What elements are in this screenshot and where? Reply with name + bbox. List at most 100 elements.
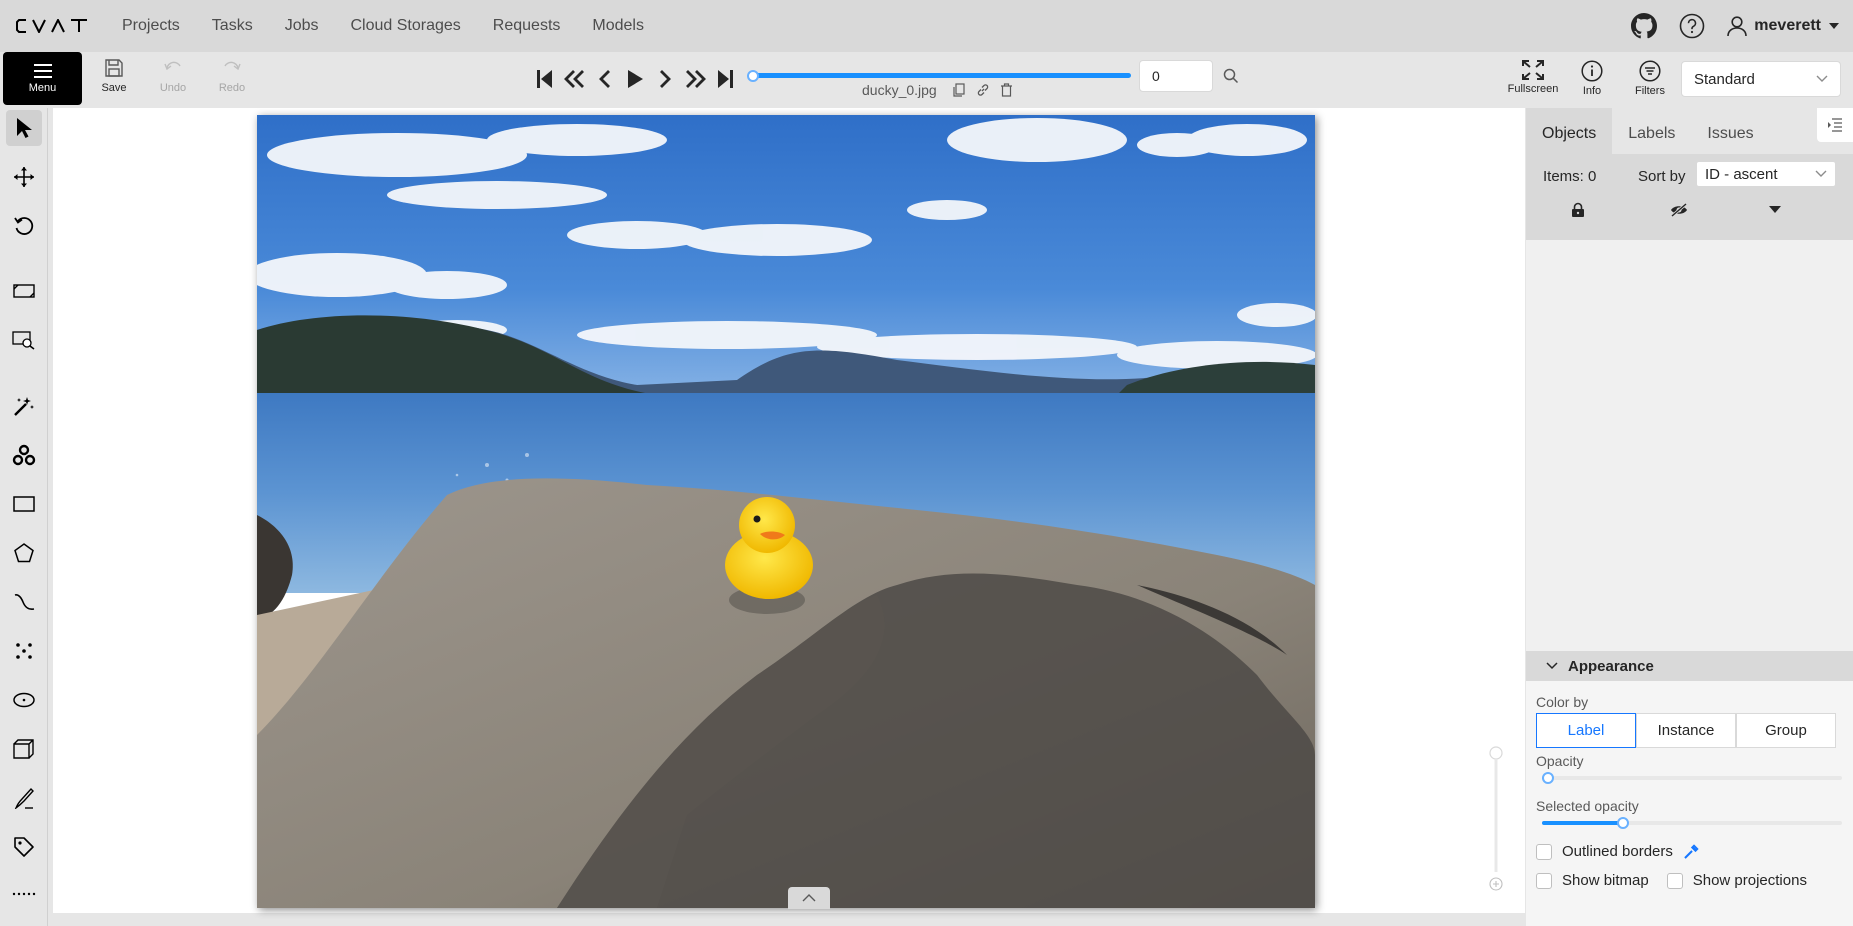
selected-opacity-slider-handle[interactable] (1617, 817, 1629, 829)
nav-cloud-storages[interactable]: Cloud Storages (335, 0, 477, 52)
draw-points-tool[interactable] (6, 633, 42, 669)
selected-opacity-slider[interactable] (1542, 817, 1842, 829)
last-frame-button[interactable] (710, 64, 740, 94)
move-tool[interactable] (6, 159, 42, 195)
items-count: Items: 0 (1543, 168, 1597, 185)
nav-models[interactable]: Models (576, 0, 660, 52)
openvino-tools[interactable] (6, 437, 42, 473)
color-by-radio-group: Label Instance Group (1536, 713, 1836, 748)
rotate-tool[interactable] (6, 208, 42, 244)
info-button[interactable]: Info (1562, 60, 1622, 97)
first-frame-button[interactable] (530, 64, 560, 94)
sidebar-collapse-button[interactable] (1817, 108, 1853, 142)
more-dots-icon (12, 892, 36, 896)
next-frame-button[interactable] (650, 64, 680, 94)
link-icon[interactable] (976, 83, 990, 97)
color-by-group-option[interactable]: Group (1736, 713, 1836, 748)
lock-all-icon[interactable] (1571, 202, 1585, 218)
redo-button[interactable]: Redo (207, 58, 257, 102)
draw-cuboid-tool[interactable] (6, 731, 42, 767)
show-bitmap-checkbox[interactable] (1536, 872, 1552, 889)
menu-fold-icon (1828, 118, 1842, 132)
filters-label: Filters (1635, 85, 1665, 97)
appearance-header[interactable]: Appearance (1526, 651, 1853, 681)
draw-polygon-tool[interactable] (6, 535, 42, 571)
zoom-region-icon (12, 331, 35, 350)
delete-frame-icon[interactable] (1000, 83, 1013, 97)
draw-rectangle-tool[interactable] (6, 486, 42, 522)
hide-all-icon[interactable] (1670, 202, 1688, 218)
frame-number-input[interactable]: 0 (1139, 60, 1213, 92)
undo-button[interactable]: Undo (148, 58, 198, 102)
color-by-label-option[interactable]: Label (1536, 713, 1636, 748)
copy-icon[interactable] (953, 83, 966, 97)
tab-issues[interactable]: Issues (1691, 108, 1769, 154)
draw-ellipse-tool[interactable] (6, 682, 42, 718)
color-picker-icon[interactable] (1683, 843, 1699, 860)
outlined-borders-checkbox[interactable] (1536, 843, 1552, 860)
color-by-instance-option[interactable]: Instance (1636, 713, 1736, 748)
user-menu[interactable]: meverett (1726, 15, 1839, 37)
brush-tool[interactable] (6, 780, 42, 816)
cursor-icon (17, 118, 32, 138)
tab-objects[interactable]: Objects (1526, 108, 1613, 154)
opacity-slider[interactable] (1542, 772, 1842, 784)
show-projections-checkbox[interactable] (1666, 872, 1683, 889)
outlined-borders-row: Outlined borders (1536, 843, 1699, 860)
github-icon[interactable] (1630, 12, 1658, 40)
frame-slider[interactable] (747, 70, 1135, 82)
rotate-icon (14, 217, 34, 235)
save-button[interactable]: Save (89, 58, 139, 102)
brush-icon (14, 787, 34, 809)
more-tools[interactable] (6, 884, 42, 904)
filters-button[interactable]: Filters (1620, 60, 1680, 97)
frame-slider-handle[interactable] (747, 70, 759, 82)
menu-button[interactable]: Menu (3, 52, 82, 105)
cursor-tool[interactable] (6, 110, 42, 146)
nav-projects[interactable]: Projects (106, 0, 196, 52)
menu-label: Menu (28, 81, 57, 94)
previous-frame-button[interactable] (590, 64, 620, 94)
sort-by-select[interactable]: ID - ascent (1696, 161, 1836, 187)
bottom-panel-toggle[interactable] (788, 887, 830, 909)
forward-step-button[interactable] (680, 64, 710, 94)
objects-list-header: Items: 0 Sort by ID - ascent (1526, 154, 1853, 240)
fullscreen-button[interactable]: Fullscreen (1503, 60, 1563, 95)
zoom-slider-handle[interactable] (1489, 746, 1503, 760)
cvat-logo[interactable] (16, 16, 88, 36)
fit-image-tool[interactable] (6, 273, 42, 309)
undo-icon (164, 61, 181, 71)
user-icon (1727, 16, 1748, 37)
nav-tasks[interactable]: Tasks (196, 0, 269, 52)
double-chevron-right-icon (686, 70, 706, 88)
fullscreen-icon (1522, 60, 1544, 80)
tab-labels[interactable]: Labels (1612, 108, 1691, 154)
search-icon[interactable] (1223, 68, 1239, 84)
expand-all-icon[interactable] (1769, 206, 1781, 214)
workspace-value: Standard (1694, 70, 1755, 88)
double-chevron-left-icon (564, 70, 584, 88)
backward-step-button[interactable] (560, 64, 590, 94)
nav-jobs[interactable]: Jobs (269, 0, 335, 52)
frame-filename: ducky_0.jpg (862, 82, 937, 98)
player-controls (530, 64, 740, 94)
info-icon (1581, 60, 1603, 82)
ai-tools[interactable] (6, 388, 42, 424)
play-button[interactable] (620, 64, 650, 94)
nav-requests[interactable]: Requests (477, 0, 577, 52)
zoom-slider[interactable] (1488, 742, 1504, 892)
selected-opacity-label: Selected opacity (1536, 798, 1639, 814)
workspace-select[interactable]: Standard (1681, 61, 1841, 97)
zoom-region-tool[interactable] (6, 322, 42, 358)
show-projections-label: Show projections (1692, 872, 1807, 889)
help-icon[interactable] (1678, 12, 1706, 40)
last-frame-icon (718, 70, 733, 88)
draw-polyline-tool[interactable] (6, 584, 42, 620)
frame-image[interactable] (257, 115, 1315, 908)
color-by-label: Color by (1536, 694, 1589, 710)
opacity-slider-handle[interactable] (1542, 772, 1554, 784)
setup-tag-tool[interactable] (6, 829, 42, 865)
chevron-left-icon (599, 70, 610, 88)
outlined-borders-label: Outlined borders (1562, 843, 1673, 860)
hamburger-icon (33, 63, 52, 78)
